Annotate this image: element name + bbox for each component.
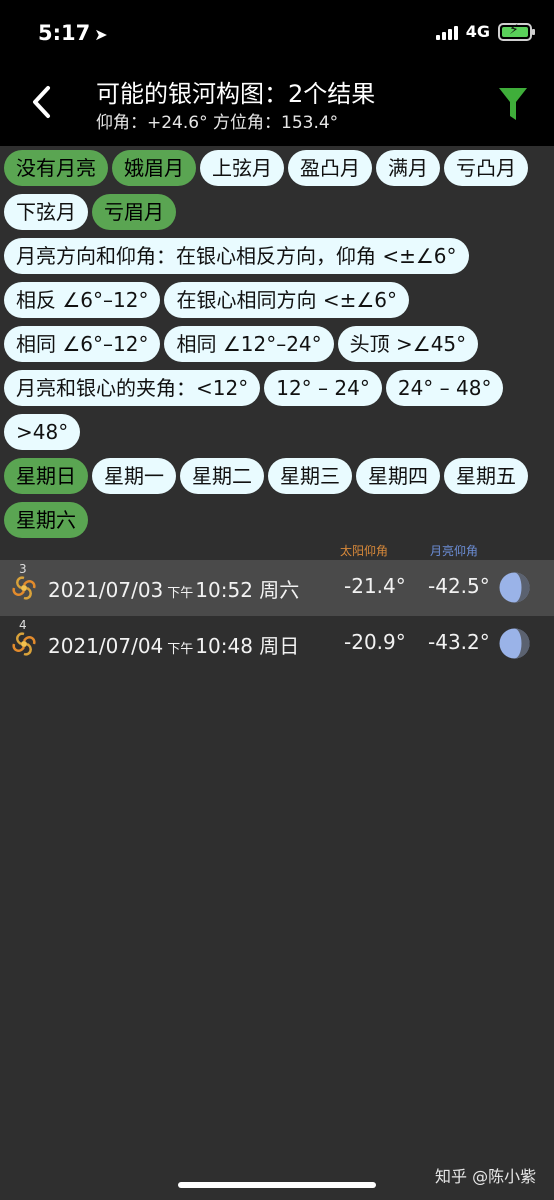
home-indicator[interactable]	[178, 1182, 376, 1188]
weekday-chip[interactable]: 星期一	[92, 458, 176, 494]
moon-angle-group: 月亮和银心的夹角：<12° 12° – 24° 24° – 48° >48°	[4, 370, 550, 458]
moon-phase-group: 没有月亮 娥眉月 上弦月 盈凸月 满月 亏凸月下弦月 亏眉月	[4, 150, 550, 238]
result-datetime: 2021/07/03 下午 10:52 周六	[48, 574, 299, 603]
weekday-chip[interactable]: 星期二	[180, 458, 264, 494]
moon-altitude-value: -42.5°	[428, 574, 490, 598]
moon-phase-chip[interactable]: 上弦月	[200, 150, 284, 186]
weekday-chip[interactable]: 星期五	[444, 458, 528, 494]
moon-angle-chip[interactable]: 月亮和银心的夹角：<12°	[4, 370, 261, 406]
moon-direction-group: 月亮方向和仰角：在银心相反方向，仰角 <±∠6° 相反 ∠6°–12° 在银心相同方…	[4, 238, 550, 370]
status-indicators: 4G ⚡	[435, 22, 535, 41]
moon-direction-chip[interactable]: 相反 ∠6°–12°	[4, 282, 161, 318]
filter-chips: 没有月亮 娥眉月 上弦月 盈凸月 满月 亏凸月下弦月 亏眉月 月亮方向和仰角：在银心相反方向…	[4, 150, 550, 546]
chevron-left-icon	[33, 86, 50, 118]
result-row[interactable]: 4 2021/07/04 下午 10:48 周日 -20.9° -43.2°	[0, 616, 554, 672]
sun-altitude-header: 太阳仰角	[340, 544, 389, 558]
status-time-text: 5:17	[38, 21, 91, 45]
moon-phase-icon	[499, 628, 530, 659]
result-ampm: 下午	[167, 586, 194, 601]
moon-altitude-header: 月亮仰角	[430, 544, 479, 558]
page-title: 可能的银河构图：2个结果	[96, 80, 376, 108]
moon-altitude-value: -43.2°	[428, 630, 490, 654]
filter-button[interactable]	[498, 86, 528, 122]
top-bar: 5:17 ➤ 4G ⚡ 可能的银河构图：2个结果 仰角：+24.6° 方位角：15…	[0, 0, 554, 146]
result-weekday: 周六	[259, 578, 300, 602]
result-datetime: 2021/07/04 下午 10:48 周日	[48, 630, 299, 659]
sun-altitude-value: -21.4°	[344, 574, 406, 598]
moon-phase-chip[interactable]: 满月	[376, 150, 440, 186]
moon-angle-chip[interactable]: 24° – 48°	[385, 370, 504, 406]
result-ampm: 下午	[167, 642, 194, 657]
weekday-chip[interactable]: 星期日	[4, 458, 88, 494]
battery-icon: ⚡	[498, 22, 535, 41]
moon-phase-chip[interactable]: 下弦月	[4, 194, 88, 230]
result-weekday: 周日	[259, 634, 300, 658]
signal-icon	[435, 24, 458, 40]
watermark: 知乎 @陈小紫	[435, 1167, 537, 1186]
sun-altitude-value: -20.9°	[344, 630, 406, 654]
weekday-chip[interactable]: 星期四	[356, 458, 440, 494]
back-button[interactable]	[26, 82, 60, 122]
moon-phase-icon	[499, 572, 530, 603]
filter-icon	[499, 88, 527, 120]
galaxy-icon	[12, 632, 36, 656]
moon-phase-chip[interactable]: 娥眉月	[112, 150, 196, 186]
location-arrow-icon: ➤	[94, 25, 108, 44]
moon-phase-chip[interactable]: 亏凸月	[444, 150, 528, 186]
weekday-chip[interactable]: 星期六	[4, 502, 88, 538]
network-type: 4G	[465, 22, 490, 41]
moon-angle-chip[interactable]: 12° – 24°	[264, 370, 382, 406]
page-subtitle: 仰角：+24.6° 方位角：153.4°	[96, 113, 339, 133]
moon-direction-chip[interactable]: 相同 ∠6°–12°	[4, 326, 161, 362]
moon-direction-chip[interactable]: 相同 ∠12°–24°	[164, 326, 334, 362]
moon-phase-chip[interactable]: 盈凸月	[288, 150, 372, 186]
result-time: 10:52	[195, 578, 253, 602]
moon-direction-chip[interactable]: 头顶 >∠45°	[337, 326, 479, 362]
moon-direction-chip[interactable]: 在银心相同方向 <±∠6°	[164, 282, 409, 318]
moon-angle-chip[interactable]: >48°	[4, 414, 81, 450]
weekday-group: 星期日 星期一 星期二 星期三 星期四 星期五星期六	[4, 458, 550, 546]
result-time: 10:48	[195, 634, 253, 658]
moon-phase-chip[interactable]: 亏眉月	[92, 194, 176, 230]
moon-direction-chip[interactable]: 月亮方向和仰角：在银心相反方向，仰角 <±∠6°	[4, 238, 469, 274]
moon-phase-chip[interactable]: 没有月亮	[4, 150, 108, 186]
result-date: 2021/07/03	[48, 578, 164, 602]
status-time: 5:17 ➤	[38, 21, 108, 45]
result-row[interactable]: 3 2021/07/03 下午 10:52 周六 -21.4° -42.5°	[0, 560, 554, 616]
galaxy-icon	[12, 576, 36, 600]
result-date: 2021/07/04	[48, 634, 164, 658]
weekday-chip[interactable]: 星期三	[268, 458, 352, 494]
